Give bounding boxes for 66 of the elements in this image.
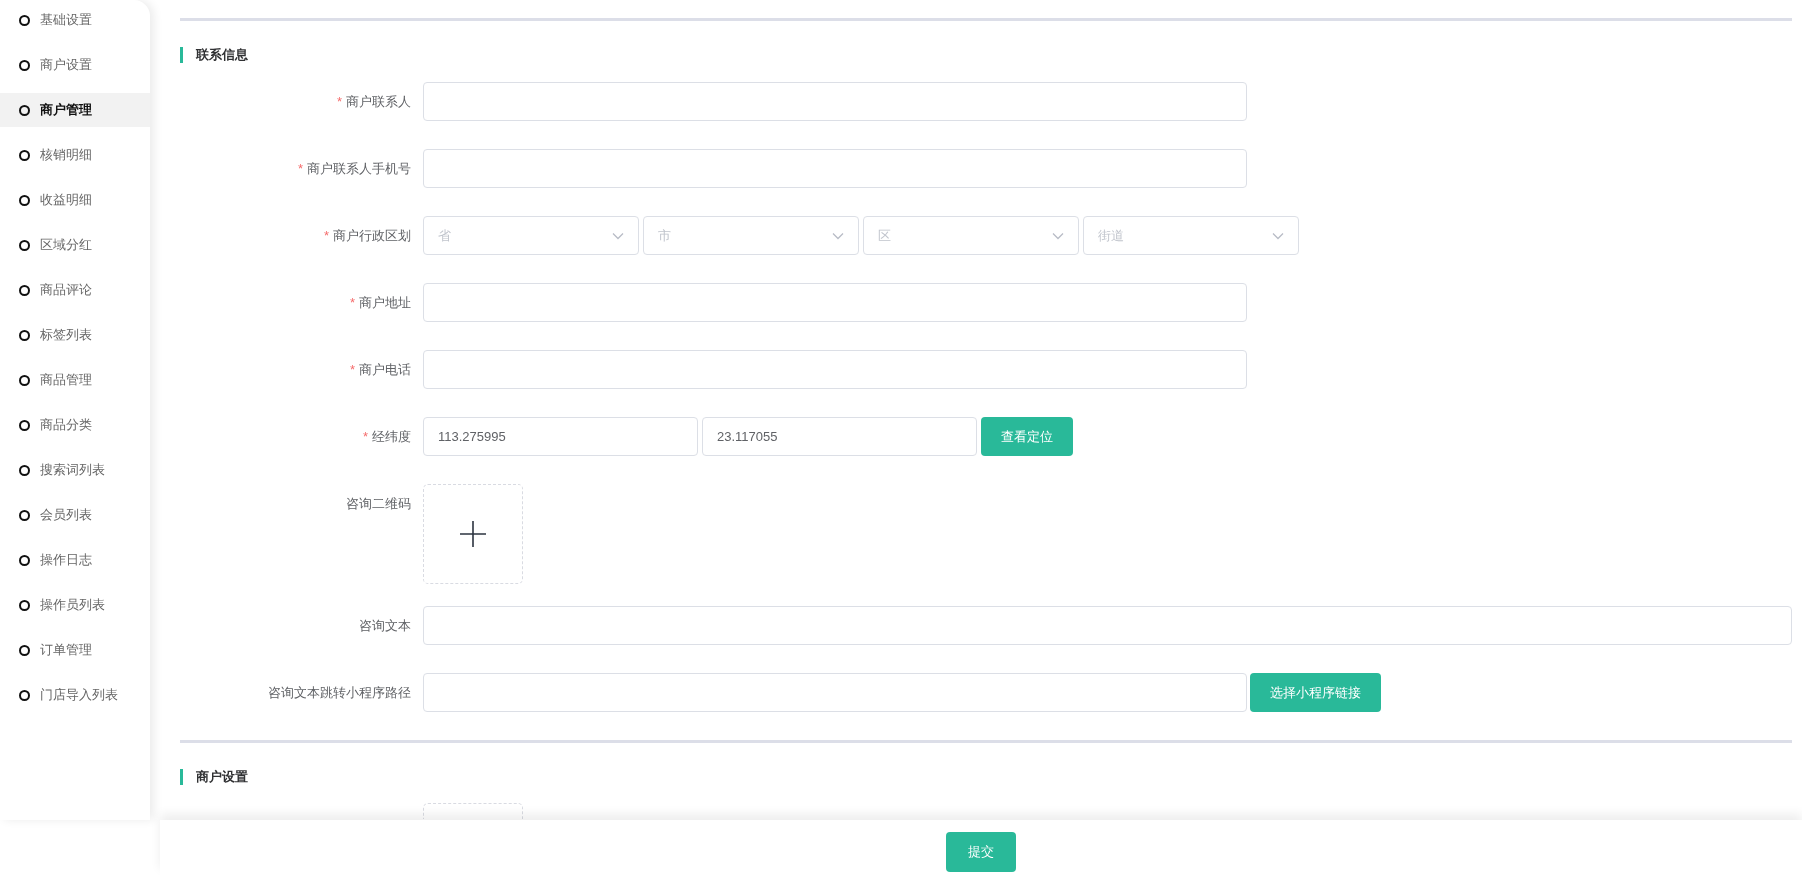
sidebar-item[interactable]: 标签列表 xyxy=(0,318,150,352)
sidebar-item[interactable]: 核销明细 xyxy=(0,138,150,172)
circle-icon xyxy=(19,554,30,566)
text-input[interactable] xyxy=(423,149,1247,188)
text-input[interactable] xyxy=(423,82,1247,121)
text-input[interactable]: 23.117055 xyxy=(702,417,977,456)
chevron-down-icon xyxy=(832,231,844,240)
circle-icon xyxy=(19,14,30,26)
circle-icon xyxy=(19,419,30,431)
circle-icon xyxy=(19,329,30,341)
field-label: 商户地址 xyxy=(359,295,411,310)
circle-icon xyxy=(19,509,30,521)
circle-icon xyxy=(19,284,30,296)
text-input[interactable] xyxy=(423,673,1247,712)
sidebar-item[interactable]: 基础设置 xyxy=(0,3,150,37)
sidebar-item[interactable]: 区域分红 xyxy=(0,228,150,262)
circle-icon xyxy=(19,239,30,251)
text-input[interactable] xyxy=(423,606,1792,645)
required-mark: * xyxy=(362,429,368,444)
circle-icon xyxy=(19,689,30,701)
field-label: 商户联系人 xyxy=(346,94,411,109)
text-input[interactable] xyxy=(423,283,1247,322)
field-label: 咨询二维码 xyxy=(346,496,411,511)
required-mark: * xyxy=(323,228,329,243)
sidebar-item[interactable]: 商户设置 xyxy=(0,48,150,82)
circle-icon xyxy=(19,644,30,656)
sidebar-item[interactable]: 商品评论 xyxy=(0,273,150,307)
section-marker xyxy=(180,47,183,63)
upload-box[interactable] xyxy=(423,484,523,584)
upload-box[interactable] xyxy=(423,803,523,819)
field-label: 咨询文本 xyxy=(359,618,411,633)
sidebar-item[interactable]: 订单管理 xyxy=(0,633,150,667)
sidebar-item[interactable]: 操作员列表 xyxy=(0,588,150,622)
sidebar-item[interactable]: 操作日志 xyxy=(0,543,150,577)
required-mark: * xyxy=(297,161,303,176)
chevron-down-icon xyxy=(1272,231,1284,240)
chevron-down-icon xyxy=(1052,231,1064,240)
text-input[interactable] xyxy=(423,350,1247,389)
circle-icon xyxy=(19,599,30,611)
sidebar-item[interactable]: 商品分类 xyxy=(0,408,150,442)
section-marker xyxy=(180,769,183,785)
sidebar-item[interactable]: 会员列表 xyxy=(0,498,150,532)
circle-icon xyxy=(19,464,30,476)
section-title: 商户设置 xyxy=(196,768,248,786)
field-label: 商户联系人手机号 xyxy=(307,161,411,176)
plus-icon xyxy=(460,521,486,547)
field-label: 经纬度 xyxy=(372,429,411,444)
text-input[interactable]: 113.275995 xyxy=(423,417,698,456)
section-title: 联系信息 xyxy=(196,46,248,64)
circle-icon xyxy=(19,104,30,116)
field-label: 咨询文本跳转小程序路径 xyxy=(268,685,411,700)
sidebar-item[interactable]: 搜索词列表 xyxy=(0,453,150,487)
circle-icon xyxy=(19,194,30,206)
required-mark: * xyxy=(349,295,355,310)
circle-icon xyxy=(19,59,30,71)
field-label: 商户电话 xyxy=(359,362,411,377)
sidebar-item[interactable]: 商品管理 xyxy=(0,363,150,397)
circle-icon xyxy=(19,374,30,386)
required-mark: * xyxy=(349,362,355,377)
circle-icon xyxy=(19,149,30,161)
field-label: 商户行政区划 xyxy=(333,228,411,243)
sidebar-item[interactable]: 商户管理 xyxy=(0,93,150,127)
chevron-down-icon xyxy=(612,231,624,240)
sidebar-item[interactable]: 门店导入列表 xyxy=(0,678,150,712)
required-mark: * xyxy=(336,94,342,109)
sidebar-item[interactable]: 收益明细 xyxy=(0,183,150,217)
